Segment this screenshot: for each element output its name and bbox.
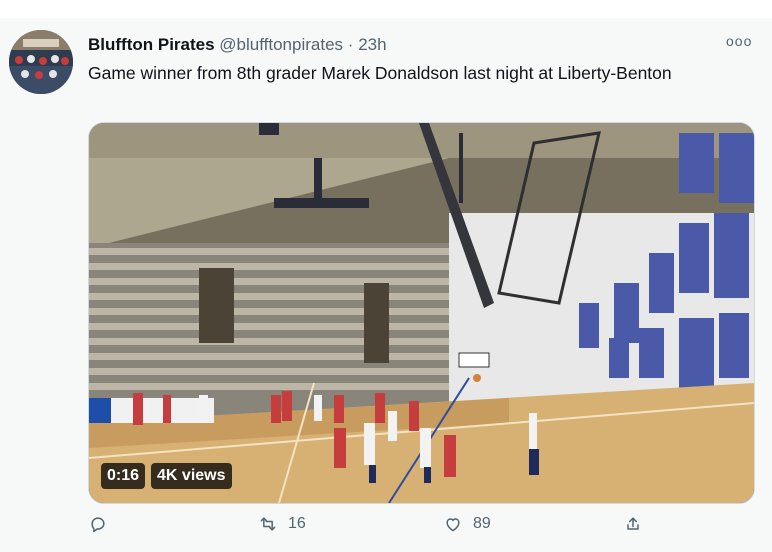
tweet-card[interactable]: Bluffton Pirates @blufftonpirates · 23h … <box>0 0 772 552</box>
top-divider <box>0 0 772 18</box>
share-button[interactable] <box>623 514 643 534</box>
meta-separator: · <box>347 35 354 54</box>
tweet-header: Bluffton Pirates @blufftonpirates · 23h <box>88 34 387 56</box>
like-icon <box>446 518 460 532</box>
share-icon <box>627 517 639 530</box>
video-badges: 0:16 4K views <box>101 463 232 489</box>
more-options-button[interactable]: ooo <box>726 33 752 49</box>
video-player[interactable]: 0:16 4K views <box>88 122 755 504</box>
avatar-image <box>9 30 73 94</box>
retweet-icon <box>260 517 276 531</box>
reply-button[interactable] <box>88 514 118 534</box>
retweet-count: 16 <box>288 515 306 532</box>
avatar[interactable] <box>9 30 73 94</box>
author-name[interactable]: Bluffton Pirates <box>88 35 215 54</box>
tweet-actions: 16 89 <box>88 514 758 544</box>
author-handle[interactable]: @blufftonpirates <box>219 35 343 54</box>
video-views: 4K views <box>151 463 232 489</box>
retweet-button[interactable]: 16 <box>258 514 306 534</box>
video-frame-image <box>89 123 754 503</box>
like-count: 89 <box>473 515 491 532</box>
tweet-time[interactable]: 23h <box>358 35 386 54</box>
reply-icon <box>91 517 105 533</box>
like-button[interactable]: 89 <box>443 514 491 534</box>
video-duration: 0:16 <box>101 463 146 489</box>
tweet-text: Game winner from 8th grader Marek Donald… <box>88 63 672 83</box>
